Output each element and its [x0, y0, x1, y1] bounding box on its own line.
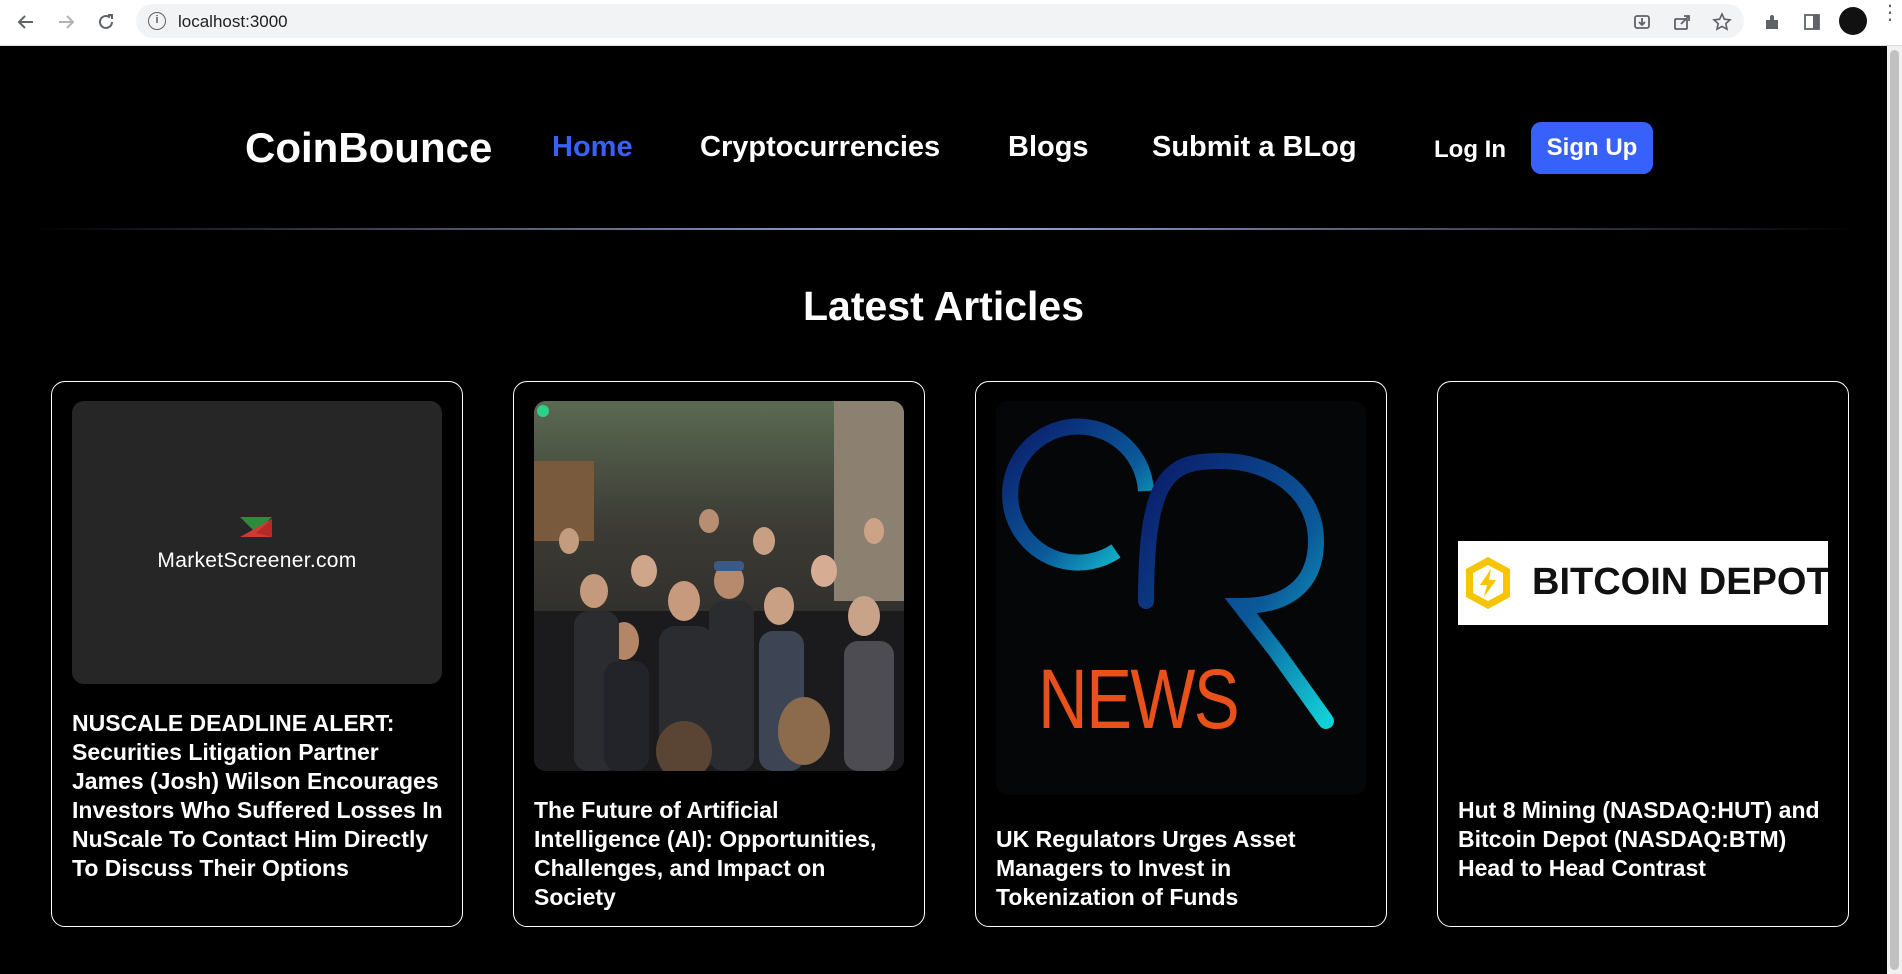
article-title[interactable]: Hut 8 Mining (NASDAQ:HUT) and Bitcoin De…	[1458, 796, 1830, 883]
back-icon[interactable]	[12, 8, 40, 36]
marketscreener-logo	[240, 517, 272, 537]
address-bar[interactable]: i localhost:3000	[136, 4, 1744, 38]
reload-icon[interactable]	[92, 8, 120, 36]
article-image: BITCOIN DEPOT	[1458, 401, 1828, 771]
article-title[interactable]: The Future of Artificial Intelligence (A…	[534, 796, 906, 912]
article-title[interactable]: NUSCALE DEADLINE ALERT: Securities Litig…	[72, 709, 444, 883]
article-card[interactable]: NEWS UK Regulators Urges Asset Managers …	[975, 381, 1387, 927]
article-card[interactable]: BITCOIN DEPOT Hut 8 Mining (NASDAQ:HUT) …	[1437, 381, 1849, 927]
bitcoin-depot-icon	[1466, 557, 1510, 609]
news-wordmark: NEWS	[1038, 652, 1240, 746]
nav-link-submit-blog[interactable]: Submit a BLog	[1152, 131, 1357, 164]
bitcoin-depot-banner: BITCOIN DEPOT	[1458, 541, 1828, 625]
share-icon[interactable]	[1668, 8, 1696, 36]
scrollbar[interactable]	[1887, 46, 1902, 974]
url-text: localhost:3000	[178, 12, 288, 31]
nav-link-cryptocurrencies[interactable]: Cryptocurrencies	[700, 131, 940, 164]
bitcoin-depot-wordmark: BITCOIN DEPOT	[1532, 561, 1828, 603]
marketscreener-wordmark: MarketScreener.com	[157, 549, 357, 572]
browser-toolbar: i localhost:3000 ⋮	[0, 0, 1902, 46]
scrollbar-thumb[interactable]	[1890, 50, 1899, 970]
article-image: MarketScreener.com	[72, 401, 442, 684]
bookmark-star-icon[interactable]	[1708, 8, 1736, 36]
extensions-icon[interactable]	[1758, 8, 1786, 36]
article-image	[534, 401, 904, 771]
article-card[interactable]: MarketScreener.com NUSCALE DEADLINE ALER…	[51, 381, 463, 927]
article-card[interactable]: The Future of Artificial Intelligence (A…	[513, 381, 925, 927]
menu-icon[interactable]: ⋮	[1880, 3, 1900, 35]
crowd-photo	[534, 401, 904, 771]
install-icon[interactable]	[1628, 8, 1656, 36]
forward-icon[interactable]	[52, 8, 80, 36]
site-logo[interactable]: CoinBounce	[245, 124, 492, 172]
nav-link-blogs[interactable]: Blogs	[1008, 131, 1089, 164]
article-title[interactable]: UK Regulators Urges Asset Managers to In…	[996, 825, 1368, 912]
page: CoinBounce Home Cryptocurrencies Blogs S…	[0, 46, 1887, 974]
nav-link-home[interactable]: Home	[552, 131, 633, 164]
header-divider	[35, 228, 1855, 230]
login-button[interactable]: Log In	[1434, 136, 1506, 164]
side-panel-icon[interactable]	[1798, 8, 1826, 36]
signup-button[interactable]: Sign Up	[1531, 122, 1653, 174]
profile-avatar[interactable]	[1839, 7, 1867, 35]
article-image: NEWS	[996, 401, 1366, 795]
site-info-icon[interactable]: i	[148, 12, 166, 30]
section-title: Latest Articles	[802, 283, 1085, 329]
